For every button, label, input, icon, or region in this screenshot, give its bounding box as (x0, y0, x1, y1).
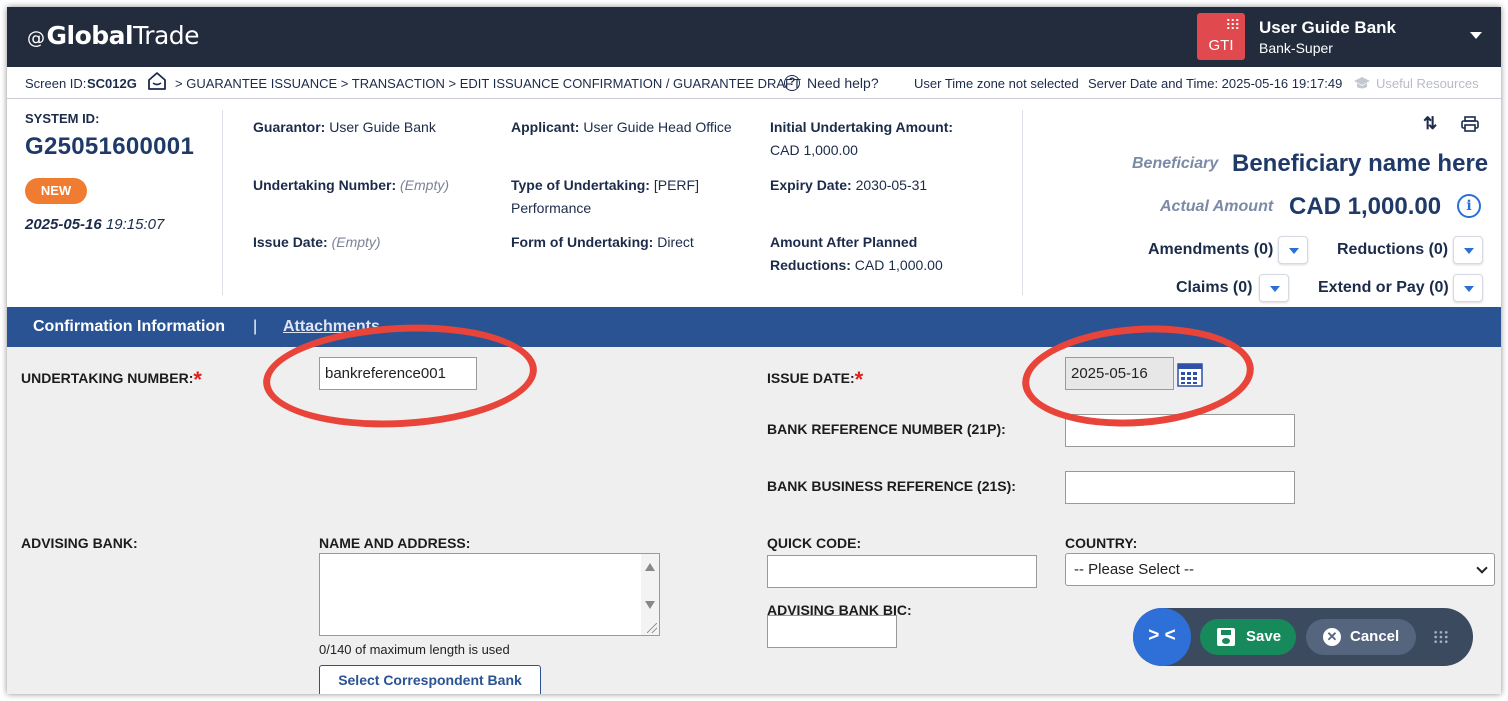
amendments-dropdown-button[interactable] (1278, 236, 1308, 264)
select-correspondent-bank-button[interactable]: Select Correspondent Bank (319, 665, 541, 694)
initial-amount-field: Initial Undertaking Amount: CAD 1,000.00 (770, 119, 954, 158)
help-link[interactable]: Need help? (807, 75, 879, 91)
character-count: 0/140 of maximum length is used (319, 642, 510, 657)
advising-bank-label: ADVISING BANK: (21, 535, 138, 551)
amendments-label: Amendments (0) (1148, 241, 1274, 258)
bank-business-reference-label: BANK BUSINESS REFERENCE (21S): (767, 478, 1016, 494)
undertaking-number-field: Undertaking Number: (Empty) (253, 177, 450, 193)
server-time: Server Date and Time: 2025-05-16 19:17:4… (1088, 76, 1343, 91)
globaltrade-logo[interactable]: @GlobalTrade (27, 21, 200, 50)
print-icon[interactable] (1461, 116, 1479, 132)
system-id-label: SYSTEM ID: (25, 111, 100, 126)
country-select[interactable]: -- Please Select -- (1065, 553, 1495, 586)
user-role: Bank-Super (1259, 40, 1333, 56)
save-button[interactable]: Save (1200, 619, 1296, 655)
floating-action-bar: > < Save ✕ Cancel (1133, 608, 1473, 666)
created-timestamp: 2025-05-16 19:15:07 (25, 216, 165, 233)
bank-business-reference-input[interactable] (1065, 471, 1295, 504)
quick-code-input[interactable] (767, 555, 1037, 588)
transaction-summary: SYSTEM ID: G25051600001 NEW 2025-05-16 1… (7, 100, 1501, 307)
help-icon[interactable]: ? (784, 75, 800, 91)
actual-amount: CAD 1,000.00 (1289, 193, 1442, 220)
form-of-undertaking-field: Form of Undertaking: Direct (511, 234, 694, 250)
extend-or-pay-label: Extend or Pay (0) (1318, 279, 1449, 296)
divider (222, 110, 223, 295)
resize-handle-icon[interactable] (647, 623, 657, 633)
type-of-undertaking-field: Type of Undertaking: [PERF] Performance (511, 177, 699, 216)
collapse-toolbar-button[interactable]: > < (1133, 608, 1191, 666)
top-header: @GlobalTrade GTI User Guide Bank Bank-Su… (7, 7, 1501, 67)
expiry-date-field: Expiry Date: 2030-05-31 (770, 177, 928, 193)
beneficiary-name: Beneficiary name here (1232, 150, 1489, 177)
drag-handle-icon[interactable] (1433, 630, 1449, 644)
system-id: G25051600001 (25, 133, 195, 160)
user-menu-caret-icon[interactable] (1470, 32, 1482, 39)
name-and-address-label: NAME AND ADDRESS: (319, 535, 471, 551)
extend-or-pay-dropdown-button[interactable] (1453, 274, 1483, 302)
sort-icon[interactable]: ⇅ (1423, 114, 1437, 134)
info-icon[interactable]: i (1457, 194, 1481, 218)
applicant-field: Applicant: User Guide Head Office (511, 119, 732, 135)
breadcrumb-path[interactable]: > GUARANTEE ISSUANCE > TRANSACTION > EDI… (175, 76, 801, 91)
claims-dropdown-button[interactable] (1259, 274, 1289, 302)
actual-amount-label: Actual Amount (1160, 198, 1274, 215)
timezone-text: User Time zone not selected (914, 76, 1079, 91)
beneficiary-label: Beneficiary (1132, 155, 1219, 172)
user-bank-name[interactable]: User Guide Bank (1259, 18, 1396, 38)
screen-id: SC012G (87, 76, 137, 91)
status-badge: NEW (25, 178, 87, 204)
bank-logo-icon: GTI (1197, 13, 1245, 60)
tab-confirmation-information[interactable]: Confirmation Information (33, 318, 225, 336)
divider (1022, 110, 1023, 295)
cancel-button[interactable]: ✕ Cancel (1306, 619, 1416, 655)
reductions-label: Reductions (0) (1337, 241, 1449, 258)
useful-resources-link[interactable]: Useful Resources (1376, 76, 1479, 91)
name-and-address-textarea[interactable] (319, 553, 660, 636)
issue-date-label: ISSUE DATE:* (767, 367, 864, 392)
graduation-cap-icon[interactable] (1353, 76, 1371, 90)
advising-bank-bic-input[interactable] (767, 615, 897, 648)
floppy-disk-icon (1217, 628, 1235, 646)
undertaking-number-label: UNDERTAKING NUMBER:* (21, 367, 202, 392)
reductions-dropdown-button[interactable] (1453, 236, 1483, 264)
issue-date-field: Issue Date: (Empty) (253, 234, 381, 250)
chevron-down-icon (1476, 562, 1488, 574)
breadcrumb: Screen ID: SC012G > GUARANTEE ISSUANCE >… (7, 67, 1501, 99)
bank-reference-label: BANK REFERENCE NUMBER (21P): (767, 421, 1006, 437)
close-circle-icon: ✕ (1323, 628, 1341, 646)
claims-label: Claims (0) (1176, 279, 1253, 296)
quick-code-label: QUICK CODE: (767, 535, 862, 551)
guarantor-field: Guarantor: User Guide Bank (253, 119, 436, 135)
home-icon[interactable] (146, 70, 168, 92)
tab-separator: | (253, 318, 258, 335)
tab-bar: Confirmation Information | Attachments (7, 307, 1501, 347)
amount-after-reductions-field: Amount After Planned Reductions: CAD 1,00… (770, 234, 943, 273)
app-window: @GlobalTrade GTI User Guide Bank Bank-Su… (7, 7, 1501, 694)
country-label: COUNTRY: (1065, 535, 1138, 551)
screen-id-label: Screen ID: (25, 76, 87, 91)
